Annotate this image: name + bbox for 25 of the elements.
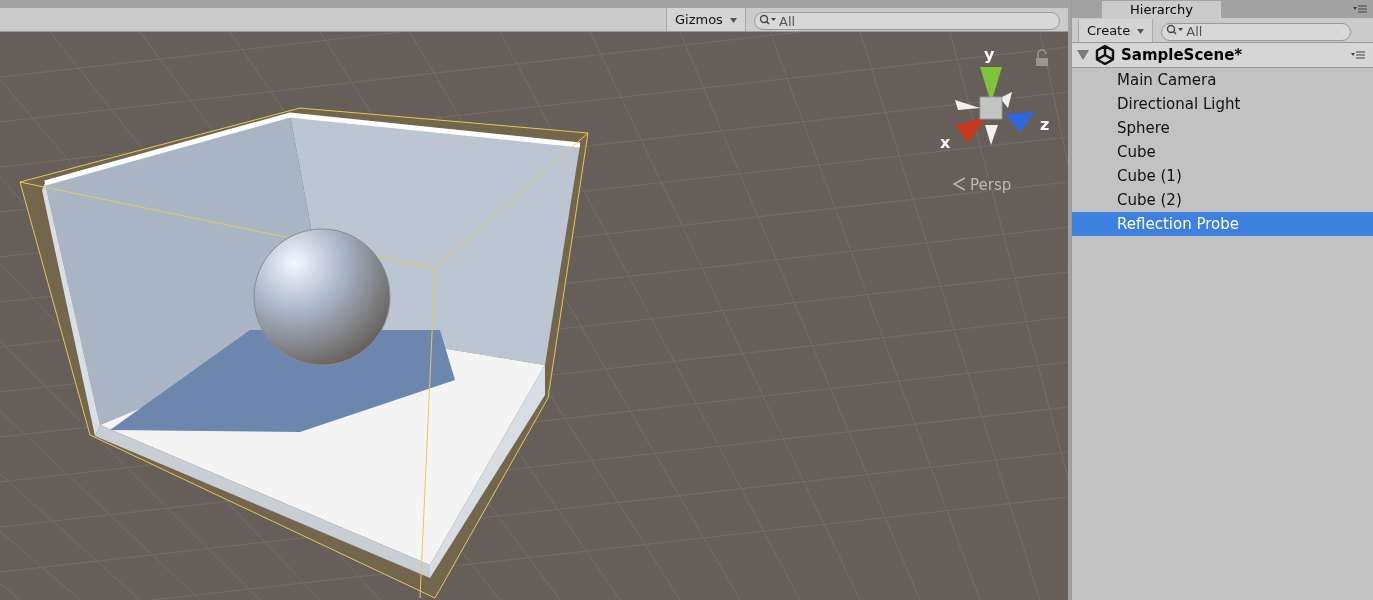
expand-triangle-icon[interactable] [1077, 49, 1089, 61]
lock-icon[interactable] [1036, 49, 1048, 66]
axis-label: x [940, 133, 951, 152]
hierarchy-tab[interactable]: Hierarchy [1102, 1, 1221, 18]
hierarchy-item[interactable]: Cube (2) [1072, 188, 1373, 212]
search-field[interactable]: All [754, 12, 1060, 30]
hierarchy-item[interactable]: Cube [1072, 140, 1373, 164]
menu-icon[interactable] [1353, 5, 1367, 13]
hierarchy-item[interactable]: Sphere [1072, 116, 1373, 140]
chevron-icon[interactable] [952, 177, 966, 191]
scene-name: SampleScene* [1121, 46, 1244, 64]
scene-header[interactable]: SampleScene* [1072, 43, 1373, 68]
caret-icon [1137, 28, 1145, 34]
create-dropdown[interactable]: Create [1078, 18, 1154, 42]
caret-icon [730, 18, 737, 23]
gizmos-dropdown[interactable]: Gizmos [665, 8, 746, 31]
axis-gizmo-icon[interactable] [955, 67, 1035, 145]
hierarchy-item[interactable]: Cube (1) [1072, 164, 1373, 188]
axis-label: y [984, 45, 995, 64]
menu-icon[interactable] [1351, 51, 1365, 59]
hierarchy-item[interactable]: Reflection Probe [1072, 212, 1373, 236]
axis-label: z [1040, 115, 1050, 134]
search-field[interactable]: All [1161, 22, 1352, 41]
hierarchy-item[interactable]: Directional Light [1072, 92, 1373, 116]
hierarchy-item[interactable]: Main Camera [1072, 68, 1373, 92]
